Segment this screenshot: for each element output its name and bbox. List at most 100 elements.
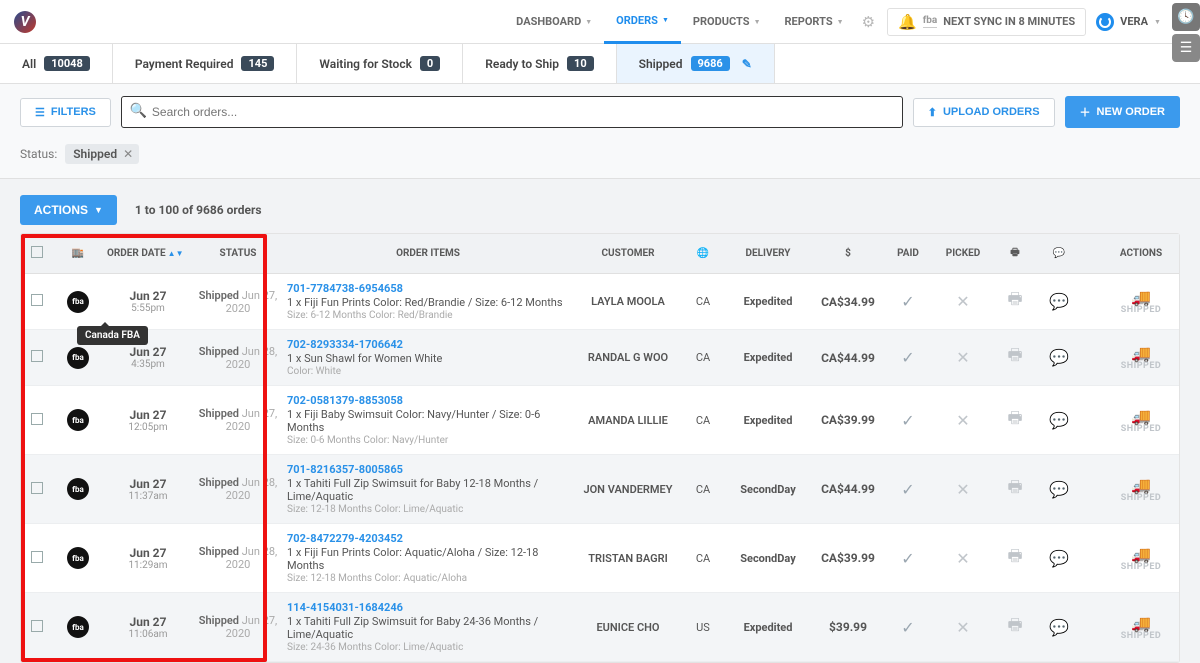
- print-icon[interactable]: 🖶: [1010, 247, 1019, 258]
- tab-waiting-stock[interactable]: Waiting for Stock 0: [297, 44, 463, 83]
- table-row[interactable]: fba Jun 27 12:05pm Shipped Jun 27, 2020 …: [21, 386, 1179, 455]
- country-code: CA: [683, 552, 723, 565]
- row-checkbox[interactable]: [31, 350, 43, 362]
- tab-label: Payment Required: [135, 57, 234, 71]
- chat-icon[interactable]: 💬: [1053, 248, 1065, 259]
- order-number-link[interactable]: 702-0581379-8853058: [287, 394, 569, 407]
- delivery-type: SecondDay: [723, 552, 813, 565]
- filter-icon: ☰: [35, 106, 45, 119]
- tab-ready-ship[interactable]: Ready to Ship 10: [463, 44, 616, 83]
- order-number-link[interactable]: 701-7784738-6954658: [287, 282, 569, 295]
- store-badge[interactable]: fba: [67, 409, 89, 431]
- select-all-checkbox[interactable]: [31, 246, 43, 258]
- print-icon[interactable]: 🖶: [1007, 289, 1022, 308]
- country-code: CA: [683, 414, 723, 427]
- delivery-type: Expedited: [723, 351, 813, 364]
- tab-payment-required[interactable]: Payment Required 145: [113, 44, 298, 83]
- order-time: 11:06am: [107, 629, 189, 640]
- filter-chip-value: Shipped: [73, 147, 117, 161]
- print-icon[interactable]: 🖶: [1007, 345, 1022, 364]
- actions-button[interactable]: ACTIONS ▼: [20, 195, 117, 225]
- col-actions[interactable]: ACTIONS: [1120, 248, 1162, 259]
- store-badge[interactable]: fba: [67, 478, 89, 500]
- table-row[interactable]: fba Jun 27 5:55pm Shipped Jun 27, 2020 7…: [21, 274, 1179, 330]
- sort-icon[interactable]: ▲▼: [168, 249, 184, 258]
- tab-all[interactable]: All 10048: [0, 44, 113, 83]
- store-icon: 🏬: [72, 248, 84, 259]
- order-time: 5:55pm: [107, 303, 189, 314]
- filter-field-label: Status:: [20, 147, 57, 161]
- chat-icon[interactable]: 💬: [1049, 549, 1069, 568]
- clock-icon[interactable]: 🕓: [1172, 3, 1200, 31]
- col-status[interactable]: STATUS: [220, 248, 257, 259]
- order-number-link[interactable]: 114-4154031-1684246: [287, 601, 569, 614]
- pencil-icon[interactable]: ✎: [742, 57, 752, 71]
- row-checkbox[interactable]: [31, 413, 43, 425]
- nav-reports[interactable]: REPORTS▼: [773, 0, 856, 44]
- print-icon[interactable]: 🖶: [1007, 477, 1022, 496]
- print-icon[interactable]: 🖶: [1007, 615, 1022, 634]
- status-text: Shipped: [199, 289, 239, 302]
- col-customer[interactable]: CUSTOMER: [601, 248, 654, 259]
- store-badge[interactable]: fba: [67, 347, 89, 369]
- store-badge[interactable]: fba: [67, 616, 89, 638]
- col-order-date[interactable]: ORDER DATE: [107, 248, 166, 259]
- col-paid[interactable]: PAID: [897, 248, 919, 259]
- store-badge[interactable]: fba: [67, 291, 89, 313]
- search-input[interactable]: [121, 96, 903, 128]
- row-checkbox[interactable]: [31, 620, 43, 632]
- col-delivery[interactable]: DELIVERY: [746, 248, 791, 259]
- chat-icon[interactable]: 💬: [1049, 292, 1069, 311]
- country-code: CA: [683, 483, 723, 496]
- order-price: CA$34.99: [813, 295, 883, 309]
- globe-icon[interactable]: 🌐: [697, 248, 709, 259]
- chat-icon[interactable]: 💬: [1049, 618, 1069, 637]
- filters-button[interactable]: ☰ FILTERS: [20, 98, 111, 127]
- table-row[interactable]: fba Jun 27 11:06am Shipped Jun 27, 2020 …: [21, 593, 1179, 662]
- print-icon[interactable]: 🖶: [1007, 546, 1022, 565]
- result-count: 1 to 100 of 9686 orders: [135, 203, 262, 217]
- new-order-button[interactable]: ＋ NEW ORDER: [1065, 96, 1180, 128]
- tab-shipped[interactable]: Shipped 9686 ✎: [617, 44, 775, 83]
- table-row[interactable]: fba Jun 27 11:29am Shipped Jun 28, 2020 …: [21, 524, 1179, 593]
- bell-icon[interactable]: 🔔: [898, 13, 917, 31]
- col-order-items[interactable]: ORDER ITEMS: [396, 248, 460, 259]
- actions-label: ACTIONS: [34, 203, 88, 217]
- order-number-link[interactable]: 702-8472279-4203452: [287, 532, 569, 545]
- chat-icon[interactable]: 💬: [1049, 480, 1069, 499]
- shipped-badge: 🚚 SHIPPED: [1081, 288, 1200, 315]
- plus-icon: ＋: [1080, 104, 1091, 120]
- gear-icon[interactable]: ⚙: [856, 13, 881, 31]
- nav-products[interactable]: PRODUCTS▼: [681, 0, 773, 44]
- order-date: Jun 27: [107, 289, 189, 303]
- print-icon[interactable]: 🖶: [1007, 408, 1022, 427]
- row-checkbox[interactable]: [31, 294, 43, 306]
- nav-orders[interactable]: ORDERS▼: [604, 0, 681, 44]
- filter-chip-status[interactable]: Shipped ✕: [65, 144, 139, 164]
- filters-label: FILTERS: [51, 106, 96, 118]
- order-number-link[interactable]: 702-8293334-1706642: [287, 338, 569, 351]
- chat-icon[interactable]: 💬: [1049, 411, 1069, 430]
- nav-dashboard[interactable]: DASHBOARD▼: [504, 0, 604, 44]
- row-checkbox[interactable]: [31, 551, 43, 563]
- col-picked[interactable]: PICKED: [946, 248, 980, 259]
- table-row[interactable]: fba Jun 27 4:35pm Shipped Jun 28, 2020 7…: [21, 330, 1179, 386]
- tab-count: 10: [567, 56, 594, 71]
- picked-x-icon: ✕: [956, 549, 969, 568]
- col-price[interactable]: $: [845, 248, 851, 259]
- upload-orders-button[interactable]: ⬆ UPLOAD ORDERS: [913, 98, 1055, 127]
- user-name: VERA: [1120, 15, 1148, 28]
- order-date: Jun 27: [107, 408, 189, 422]
- order-number-link[interactable]: 701-8216357-8005865: [287, 463, 569, 476]
- table-row[interactable]: fba Jun 27 11:37am Shipped Jun 28, 2020 …: [21, 455, 1179, 524]
- fba-icon: fba: [923, 15, 938, 28]
- paid-check-icon: ✓: [901, 480, 914, 499]
- chat-icon[interactable]: 💬: [1049, 348, 1069, 367]
- layers-icon[interactable]: ☰: [1172, 34, 1200, 62]
- close-icon[interactable]: ✕: [123, 147, 133, 161]
- row-checkbox[interactable]: [31, 482, 43, 494]
- user-menu[interactable]: VERA ▼: [1096, 13, 1161, 31]
- order-price: CA$44.99: [813, 482, 883, 496]
- store-badge[interactable]: fba: [67, 547, 89, 569]
- customer-name: JON VANDERMEY: [573, 483, 683, 496]
